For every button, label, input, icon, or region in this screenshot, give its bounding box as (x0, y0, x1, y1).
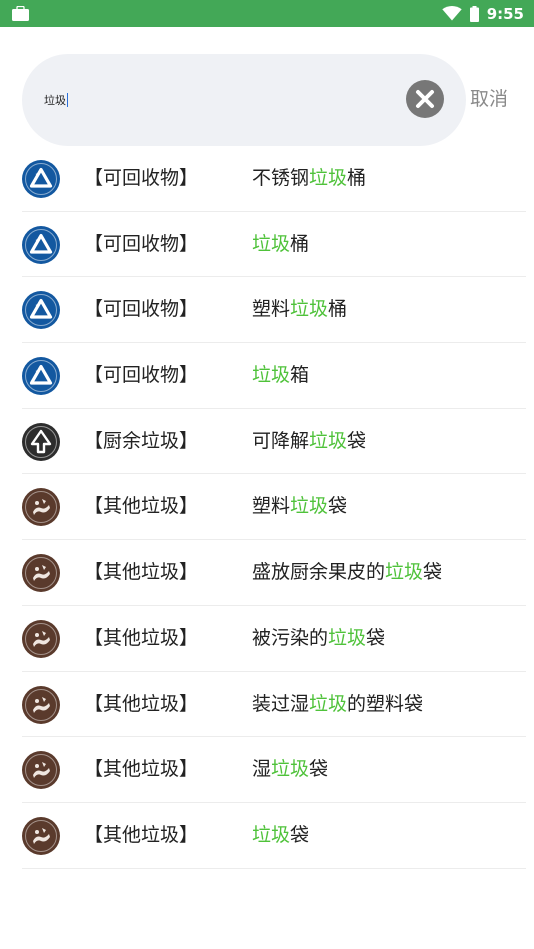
result-item-name: 垃圾箱 (252, 343, 309, 408)
search-bar[interactable]: 垃圾 (22, 54, 466, 146)
result-category: 【可回收物】 (84, 167, 199, 189)
wifi-icon (441, 6, 462, 21)
name-prefix: 盛放厨余果皮的 (252, 561, 386, 584)
name-prefix: 塑料 (252, 298, 291, 321)
name-suffix: 袋 (309, 758, 329, 781)
name-suffix: 箱 (290, 364, 310, 387)
status-bar-right: 9:55 (441, 3, 524, 24)
keyword-highlight: 垃圾 (309, 167, 348, 189)
result-row[interactable]: 【其他垃圾】 垃圾袋 (22, 803, 526, 869)
name-suffix: 的塑料袋 (347, 692, 424, 715)
other-waste-icon (22, 488, 60, 527)
result-row[interactable]: 【其他垃圾】 被污染的垃圾袋 (22, 606, 526, 672)
result-row[interactable]: 【其他垃圾】 塑料垃圾袋 (22, 474, 526, 541)
result-item-name: 被污染的垃圾袋 (252, 606, 385, 671)
name-suffix: 桶 (290, 232, 310, 255)
result-category: 【可回收物】 (84, 364, 199, 387)
keyword-highlight: 垃圾 (309, 429, 348, 452)
search-value: 垃圾 (44, 94, 66, 107)
cancel-button[interactable]: 取消 (470, 84, 508, 111)
result-item-name: 不锈钢垃圾桶 (252, 146, 366, 211)
name-suffix: 袋 (347, 429, 367, 452)
result-item-name: 盛放厨余果皮的垃圾袋 (252, 540, 442, 605)
name-prefix: 被污染的 (252, 626, 329, 649)
keyword-highlight: 垃圾 (271, 758, 310, 781)
name-suffix: 袋 (366, 626, 386, 649)
result-category: 【其他垃圾】 (84, 692, 199, 715)
keyword-highlight: 垃圾 (252, 823, 291, 846)
other-waste-icon (22, 554, 60, 593)
kitchen-waste-icon (22, 422, 60, 461)
keyword-highlight: 垃圾 (252, 232, 291, 255)
result-category: 【厨余垃圾】 (84, 429, 199, 452)
other-waste-icon (22, 816, 60, 855)
name-prefix: 塑料 (252, 495, 291, 518)
recycle-icon (22, 225, 60, 264)
recycle-icon (22, 291, 60, 330)
result-category: 【可回收物】 (84, 298, 199, 321)
name-prefix: 不锈钢 (252, 167, 310, 189)
result-row[interactable]: 【可回收物】 塑料垃圾桶 (22, 277, 526, 344)
result-list: 【可回收物】 不锈钢垃圾桶 【可回收物】 垃圾桶 【可回收物】 塑料垃圾桶 【可回收物】 垃圾… (22, 146, 526, 869)
notification-bag-icon (12, 6, 29, 21)
result-item-name: 可降解垃圾袋 (252, 409, 366, 474)
result-row[interactable]: 【可回收物】 不锈钢垃圾桶 (22, 146, 526, 212)
result-row[interactable]: 【可回收物】 垃圾桶 (22, 212, 526, 278)
result-category: 【其他垃圾】 (84, 495, 199, 518)
text-caret (67, 93, 68, 107)
clear-circle-icon[interactable] (406, 80, 444, 118)
battery-icon (469, 5, 479, 22)
name-suffix: 袋 (423, 561, 443, 584)
result-item-name: 垃圾桶 (252, 212, 309, 277)
keyword-highlight: 垃圾 (385, 561, 424, 584)
result-row[interactable]: 【厨余垃圾】 可降解垃圾袋 (22, 409, 526, 475)
name-suffix: 袋 (328, 495, 348, 518)
result-category: 【其他垃圾】 (84, 823, 199, 846)
recycle-icon (22, 357, 60, 396)
name-suffix: 袋 (290, 823, 310, 846)
result-category: 【其他垃圾】 (84, 626, 199, 649)
name-prefix: 湿 (252, 758, 272, 781)
name-prefix: 装过湿 (252, 692, 310, 715)
result-row[interactable]: 【其他垃圾】 装过湿垃圾的塑料袋 (22, 672, 526, 738)
status-bar: 9:55 (0, 0, 534, 27)
keyword-highlight: 垃圾 (290, 298, 329, 321)
name-suffix: 桶 (328, 298, 348, 321)
result-item-name: 湿垃圾袋 (252, 737, 328, 802)
result-row[interactable]: 【可回收物】 垃圾箱 (22, 343, 526, 409)
result-category: 【其他垃圾】 (84, 758, 199, 781)
result-row[interactable]: 【其他垃圾】 盛放厨余果皮的垃圾袋 (22, 540, 526, 606)
recycle-icon (22, 160, 60, 198)
keyword-highlight: 垃圾 (290, 495, 329, 518)
result-category: 【可回收物】 (84, 232, 199, 255)
result-row[interactable]: 【其他垃圾】 湿垃圾袋 (22, 737, 526, 803)
name-prefix: 可降解 (252, 429, 310, 452)
result-item-name: 塑料垃圾桶 (252, 277, 347, 342)
search-input[interactable]: 垃圾 (44, 92, 384, 108)
result-category: 【其他垃圾】 (84, 561, 199, 584)
name-suffix: 桶 (347, 167, 367, 189)
other-waste-icon (22, 685, 60, 724)
other-waste-icon (22, 751, 60, 790)
keyword-highlight: 垃圾 (252, 364, 291, 387)
keyword-highlight: 垃圾 (309, 692, 348, 715)
result-item-name: 塑料垃圾袋 (252, 474, 347, 539)
status-time: 9:55 (486, 4, 524, 23)
other-waste-icon (22, 619, 60, 658)
keyword-highlight: 垃圾 (328, 626, 367, 649)
result-item-name: 垃圾袋 (252, 803, 309, 868)
result-item-name: 装过湿垃圾的塑料袋 (252, 672, 423, 737)
